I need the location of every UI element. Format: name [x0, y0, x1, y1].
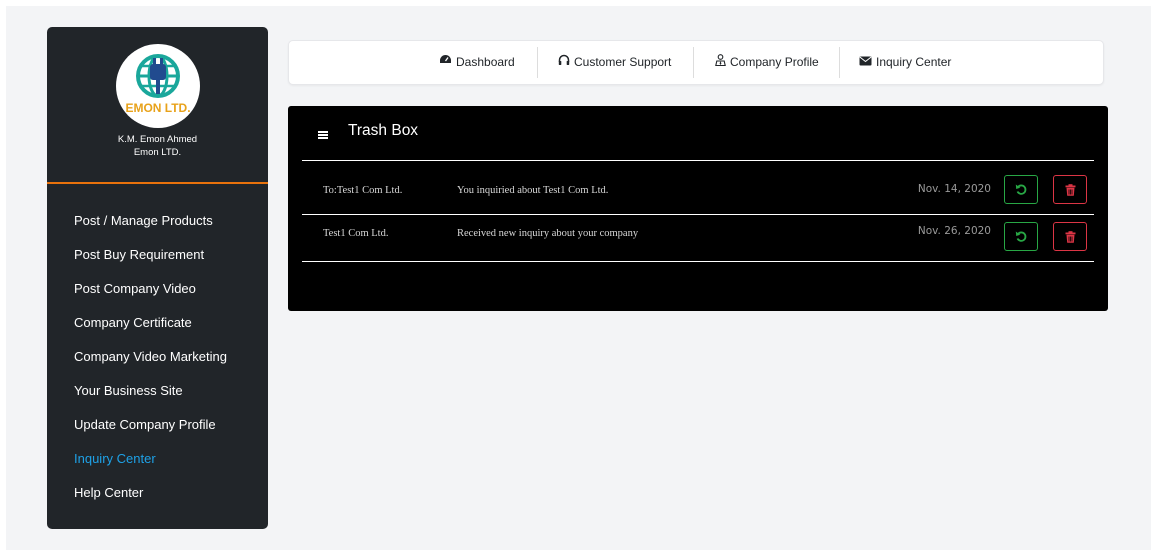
trash-box-panel: Trash Box To:Test1 Com Ltd. You inquirie…	[288, 106, 1108, 311]
sidebar-nav: Post / Manage Products Post Buy Requirem…	[47, 204, 268, 510]
divider	[302, 261, 1094, 262]
trash-row-date: Nov. 26, 2020	[917, 225, 991, 237]
headphones-icon	[558, 41, 570, 84]
trash-box-header: Trash Box	[288, 106, 1108, 160]
sidebar-item-update-company-profile[interactable]: Update Company Profile	[47, 408, 268, 442]
top-nav-bar: Dashboard Customer Support Company Profi…	[288, 40, 1104, 85]
hamburger-menu-icon[interactable]	[318, 131, 328, 139]
tab-inquiry-center[interactable]: Inquiry Center	[859, 41, 951, 84]
trash-row-message[interactable]: Received new inquiry about your company	[457, 228, 638, 239]
tab-company-profile[interactable]: Company Profile	[715, 41, 819, 84]
tab-divider	[693, 47, 694, 78]
tab-company-profile-label: Company Profile	[730, 55, 819, 69]
tab-divider	[839, 47, 840, 78]
sidebar-item-inquiry-center[interactable]: Inquiry Center	[47, 442, 268, 476]
divider	[302, 214, 1094, 215]
undo-icon	[1015, 184, 1026, 195]
trash-icon	[1065, 183, 1075, 196]
undo-icon	[1015, 231, 1026, 242]
trash-row-message[interactable]: You inquiried about Test1 Com Ltd.	[457, 185, 608, 196]
restore-button[interactable]	[1004, 222, 1038, 251]
divider	[302, 160, 1094, 161]
trash-row: Test1 Com Ltd. Received new inquiry abou…	[288, 216, 1108, 260]
company-logo: EMON LTD.	[116, 44, 200, 128]
trash-icon	[1065, 230, 1075, 243]
sidebar-item-company-video-marketing[interactable]: Company Video Marketing	[47, 340, 268, 374]
sidebar-item-post-company-video[interactable]: Post Company Video	[47, 272, 268, 306]
trash-box-title: Trash Box	[348, 122, 419, 139]
trash-row-date: Nov. 14, 2020	[917, 183, 991, 195]
trash-row-recipient: Test1 Com Ltd.	[323, 228, 389, 239]
delete-button[interactable]	[1053, 175, 1087, 204]
globe-plug-logo-icon: EMON LTD.	[117, 45, 199, 127]
sidebar-item-company-certificate[interactable]: Company Certificate	[47, 306, 268, 340]
trash-row: To:Test1 Com Ltd. You inquiried about Te…	[288, 170, 1108, 214]
sidebar-item-post-manage-products[interactable]: Post / Manage Products	[47, 204, 268, 238]
delete-button[interactable]	[1053, 222, 1087, 251]
tab-dashboard-label: Dashboard	[456, 55, 515, 69]
sidebar: EMON LTD. K.M. Emon Ahmed Emon LTD. Post…	[47, 27, 268, 529]
sidebar-item-your-business-site[interactable]: Your Business Site	[47, 374, 268, 408]
tab-customer-support[interactable]: Customer Support	[558, 41, 671, 84]
tab-customer-support-label: Customer Support	[574, 55, 672, 69]
trash-row-recipient: To:Test1 Com Ltd.	[323, 185, 403, 196]
company-name: Emon LTD.	[133, 147, 182, 158]
user-name: K.M. Emon Ahmed	[117, 134, 198, 145]
svg-text:EMON LTD.: EMON LTD.	[125, 101, 190, 115]
dashboard-icon	[439, 41, 452, 84]
sidebar-item-post-buy-requirement[interactable]: Post Buy Requirement	[47, 238, 268, 272]
tab-dashboard[interactable]: Dashboard	[439, 41, 515, 84]
restore-button[interactable]	[1004, 175, 1038, 204]
sidebar-item-help-center[interactable]: Help Center	[47, 476, 268, 510]
envelope-icon	[859, 41, 872, 84]
tab-divider	[537, 47, 538, 78]
tab-inquiry-center-label: Inquiry Center	[876, 55, 952, 69]
user-tie-icon	[715, 41, 726, 84]
profile-card: EMON LTD. K.M. Emon Ahmed Emon LTD.	[47, 27, 268, 184]
